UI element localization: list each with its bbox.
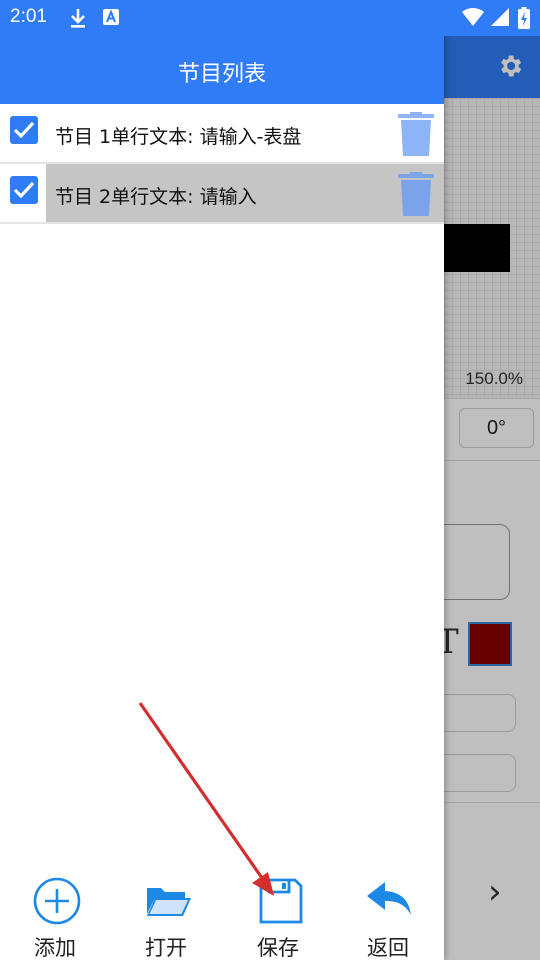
download-icon <box>71 9 85 28</box>
save-floppy-icon <box>259 878 303 924</box>
folder-open-icon <box>147 888 191 916</box>
drawer-scrim[interactable] <box>444 0 540 960</box>
wifi-icon <box>462 7 484 27</box>
back-button[interactable]: 返回 <box>338 876 438 960</box>
program-label: 节目 2单行文本: 请输入 <box>55 186 257 208</box>
signal-icon <box>491 8 509 26</box>
save-label: 保存 <box>257 936 299 960</box>
undo-arrow-icon <box>367 882 411 915</box>
font-icon <box>103 9 119 25</box>
battery-icon <box>518 7 530 29</box>
status-bar: 2:01 <box>0 0 540 36</box>
open-label: 打开 <box>145 936 187 960</box>
open-button[interactable]: 打开 <box>116 876 216 960</box>
program-list: 节目 1单行文本: 请输入-表盘 节目 2单行文本: 请输入 <box>0 104 444 224</box>
program-row[interactable]: 节目 1单行文本: 请输入-表盘 <box>0 104 444 164</box>
add-circle-icon <box>33 877 81 925</box>
drawer-title: 节目列表 <box>177 62 266 87</box>
back-label: 返回 <box>367 936 409 960</box>
add-button[interactable]: 添加 <box>5 876 105 960</box>
program-row[interactable]: 节目 2单行文本: 请输入 <box>0 164 444 224</box>
add-label: 添加 <box>34 936 76 960</box>
trash-icon[interactable] <box>398 112 434 156</box>
program-label: 节目 1单行文本: 请输入-表盘 <box>55 126 302 148</box>
status-time: 2:01 <box>10 6 47 27</box>
drawer-header: 节目列表 <box>0 36 444 104</box>
check-icon <box>13 121 35 139</box>
program-checkbox[interactable] <box>10 176 38 204</box>
save-button[interactable]: 保存 <box>228 876 328 960</box>
program-checkbox[interactable] <box>10 116 38 144</box>
trash-icon[interactable] <box>398 172 434 216</box>
check-icon <box>13 181 35 199</box>
program-list-drawer: 节目列表 节目 1单行文本: 请输入-表盘 节目 2单行文本: 请输入 添加 打… <box>0 0 444 960</box>
